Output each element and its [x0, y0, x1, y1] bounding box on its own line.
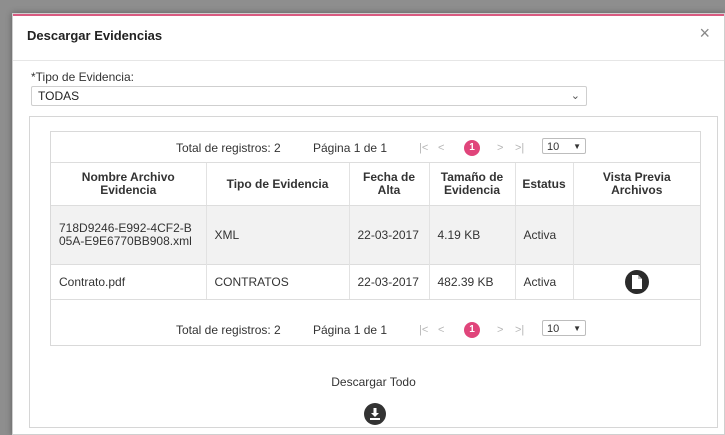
first-page-icon[interactable]: |<: [419, 142, 428, 154]
cell-evidence-type: CONTRATOS: [205, 264, 349, 300]
cell-date: 22-03-2017: [348, 264, 429, 300]
cell-date: 22-03-2017: [348, 205, 429, 265]
pager-bottom: Total de registros: 2 Página 1 de 1 |< <…: [51, 314, 700, 344]
page-size-value: 10: [547, 141, 560, 153]
page-size-select[interactable]: 10 ▼: [542, 138, 586, 154]
cell-status: Activa: [514, 205, 573, 265]
cell-size: 4.19 KB: [428, 205, 515, 265]
download-all-button[interactable]: [364, 403, 386, 425]
caret-down-icon: ▼: [573, 324, 581, 333]
col-header-status[interactable]: Estatus: [514, 162, 573, 206]
evidence-table: Nombre Archivo Evidencia Tipo de Evidenc…: [51, 162, 700, 300]
evidence-table-container: Total de registros: 2 Página 1 de 1 |< <…: [50, 131, 701, 346]
col-header-preview: Vista Previa Archivos: [572, 162, 700, 206]
cell-evidence-type: XML: [205, 205, 349, 265]
download-all-label: Descargar Todo: [331, 375, 416, 389]
total-records: Total de registros: 2: [176, 323, 281, 337]
cell-preview: [572, 264, 700, 300]
evidence-type-label: *Tipo de Evidencia:: [31, 70, 134, 84]
prev-page-icon[interactable]: <: [438, 324, 444, 336]
page-size-select[interactable]: 10 ▼: [542, 320, 586, 336]
last-page-icon[interactable]: >|: [515, 142, 524, 154]
document-icon: [631, 275, 642, 289]
col-header-type[interactable]: Tipo de Evidencia: [205, 162, 349, 206]
table-row: Contrato.pdf CONTRATOS 22-03-2017 482.39…: [51, 264, 700, 300]
prev-page-icon[interactable]: <: [438, 142, 444, 154]
total-records: Total de registros: 2: [176, 141, 281, 155]
caret-down-icon: ▼: [573, 142, 581, 151]
cell-file-name: 718D9246-E992-4CF2-B05A-E9E6770BB908.xml: [51, 205, 206, 265]
evidence-type-select[interactable]: TODAS ⌄: [31, 86, 587, 106]
dialog-accent-line: [13, 14, 724, 16]
col-header-name[interactable]: Nombre Archivo Evidencia: [51, 162, 206, 206]
cell-status: Activa: [514, 264, 573, 300]
col-header-size[interactable]: Tamaño de Evidencia: [428, 162, 515, 206]
col-header-date[interactable]: Fecha de Alta: [348, 162, 429, 206]
cell-size: 482.39 KB: [428, 264, 515, 300]
first-page-icon[interactable]: |<: [419, 324, 428, 336]
preview-file-button[interactable]: [624, 270, 649, 294]
download-icon: [370, 408, 380, 420]
page-number-button[interactable]: 1: [464, 322, 480, 338]
dialog-title: Descargar Evidencias: [27, 28, 163, 43]
page-indicator: Página 1 de 1: [313, 323, 388, 337]
close-icon[interactable]: ×: [699, 24, 710, 42]
table-row: 718D9246-E992-4CF2-B05A-E9E6770BB908.xml…: [51, 205, 700, 265]
evidence-panel: Total de registros: 2 Página 1 de 1 |< <…: [29, 116, 718, 428]
next-page-icon[interactable]: >: [497, 142, 503, 154]
pager-top: Total de registros: 2 Página 1 de 1 |< <…: [51, 132, 700, 162]
table-header-row: Nombre Archivo Evidencia Tipo de Evidenc…: [51, 162, 700, 206]
next-page-icon[interactable]: >: [497, 324, 503, 336]
download-evidence-dialog: Descargar Evidencias × *Tipo de Evidenci…: [12, 13, 725, 435]
page-indicator: Página 1 de 1: [313, 141, 388, 155]
evidence-type-value: TODAS: [38, 89, 80, 103]
header-divider: [13, 60, 724, 61]
last-page-icon[interactable]: >|: [515, 324, 524, 336]
page-number-button[interactable]: 1: [464, 140, 480, 156]
cell-preview: [572, 205, 700, 265]
chevron-down-icon: ⌄: [570, 90, 580, 102]
cell-file-name: Contrato.pdf: [51, 264, 206, 300]
page-size-value: 10: [547, 323, 560, 335]
